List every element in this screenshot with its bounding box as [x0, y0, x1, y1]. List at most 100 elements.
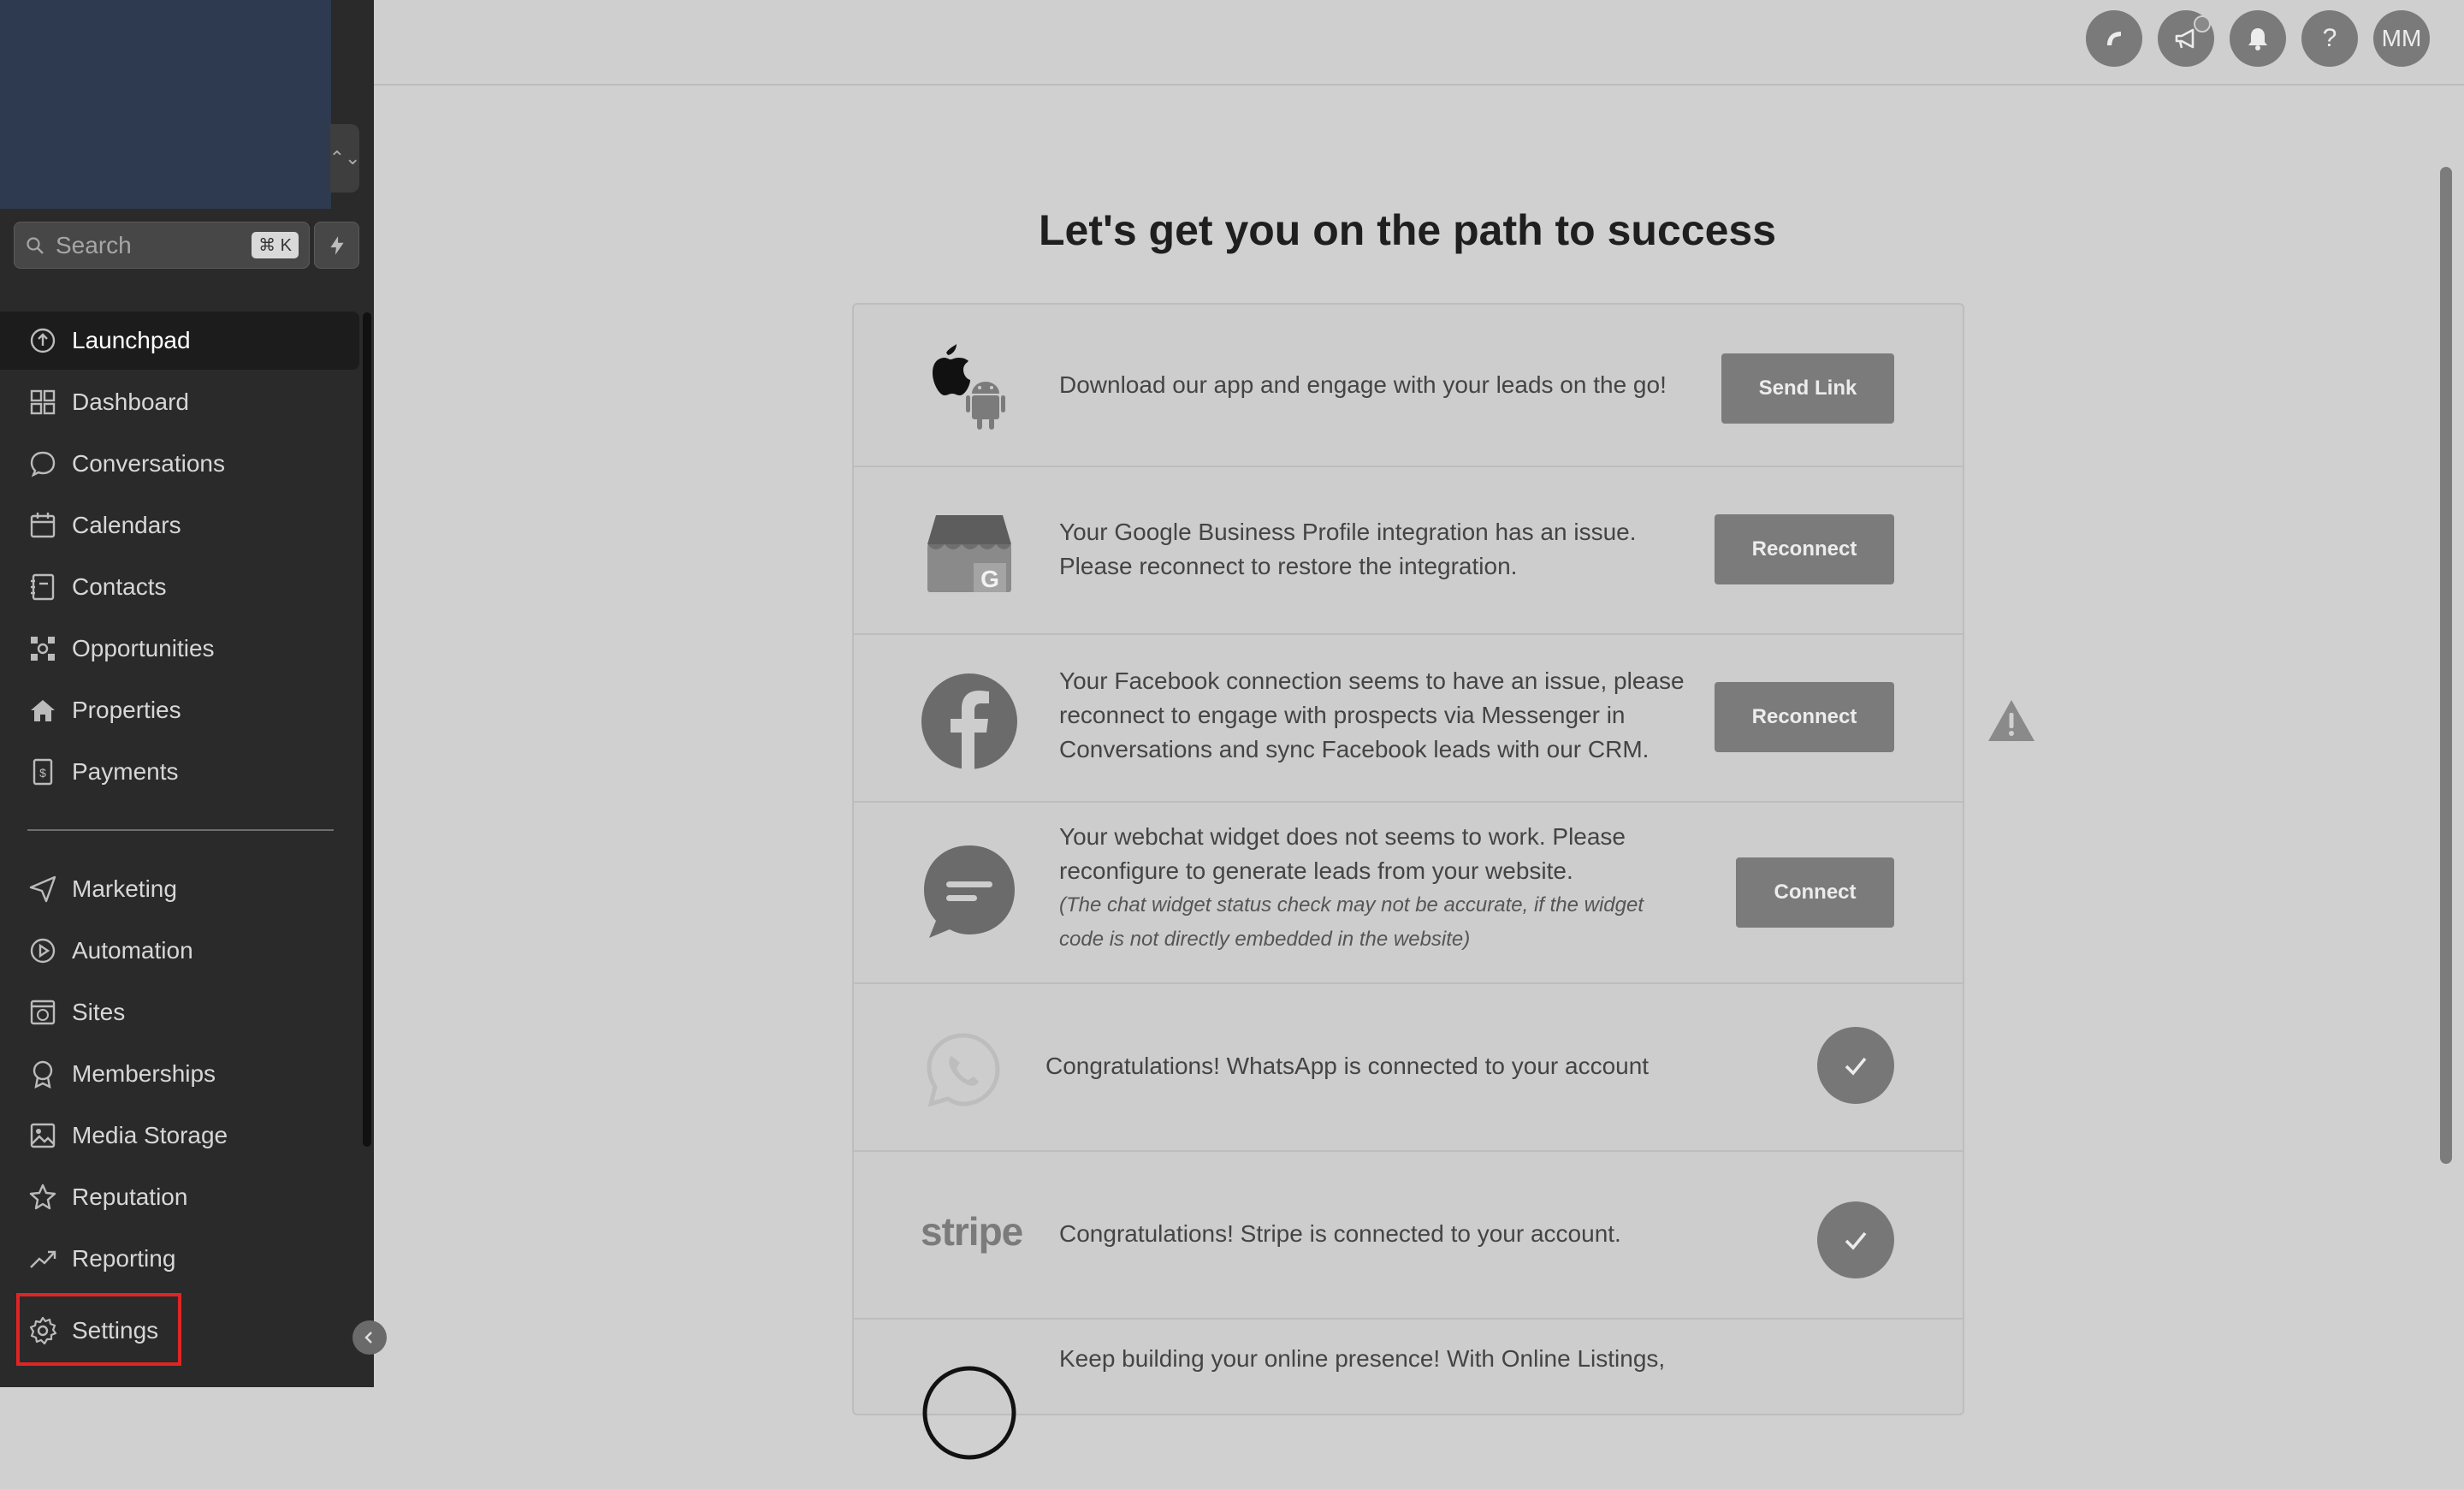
sidebar-item-label: Dashboard [72, 389, 189, 415]
notification-dot [2194, 15, 2211, 33]
sidebar-item-media-storage[interactable]: Media Storage [0, 1106, 359, 1165]
row-text-line: Your webchat widget does not seems to wo… [1059, 823, 1626, 850]
svg-text:G: G [980, 566, 999, 592]
row-note-line: (The chat widget status check may not be… [1059, 893, 1644, 917]
sites-icon [30, 1000, 56, 1025]
send-icon [29, 875, 56, 903]
notifications-button[interactable] [2230, 10, 2286, 67]
calendar-icon [30, 513, 56, 538]
avatar-initials: MM [2381, 25, 2422, 51]
page-title: Let's get you on the path to success [1038, 206, 1777, 254]
send-link-button[interactable]: Send Link [1721, 353, 1894, 424]
row-text: Your webchat widget does not seems to wo… [1059, 820, 1644, 957]
sidebar-item-label: Conversations [72, 450, 225, 477]
sidebar-item-sites[interactable]: Sites [0, 983, 359, 1041]
collapse-sidebar-button[interactable] [352, 1320, 387, 1355]
sidebar-divider [27, 829, 334, 831]
star-icon [29, 1183, 56, 1210]
facebook-icon [921, 673, 1017, 769]
account-switcher-button[interactable]: ⌃⌄ [329, 124, 361, 193]
sidebar: ⌃⌄ Search ⌘ K Launchpad Dashboard Conver… [0, 0, 374, 1387]
sidebar-item-reporting[interactable]: Reporting [0, 1230, 359, 1288]
image-icon [30, 1123, 56, 1148]
integration-checklist: Download our app and engage with your le… [852, 303, 1964, 1460]
sidebar-item-contacts[interactable]: Contacts [0, 558, 359, 616]
sidebar-item-memberships[interactable]: Memberships [0, 1045, 359, 1103]
phone-icon [2107, 32, 2121, 45]
sidebar-item-opportunities[interactable]: Opportunities [0, 620, 359, 678]
list-item-online-listings: Keep building your online presence! With… [854, 1318, 1963, 1489]
chevron-up-down-icon: ⌃⌄ [329, 147, 361, 169]
sidebar-item-reputation[interactable]: Reputation [0, 1168, 359, 1226]
row-text: Download our app and engage with your le… [1059, 371, 1667, 398]
avatar[interactable]: MM [2373, 10, 2430, 67]
checkmark-icon [1845, 1057, 1867, 1076]
list-item-google-business: G Your Google Business Profile integrati… [854, 466, 1963, 635]
row-text-line: reconfigure to generate leads from your … [1059, 857, 1573, 884]
svg-text:$: $ [39, 766, 46, 780]
quick-actions-button[interactable] [314, 222, 359, 269]
help-icon: ? [2322, 24, 2337, 52]
automation-icon [30, 938, 56, 964]
settings-highlight-box [16, 1293, 181, 1366]
badge-icon [33, 1060, 53, 1089]
sidebar-item-label: Reporting [72, 1245, 176, 1272]
row-text-line: Conversations and sync Facebook leads wi… [1059, 736, 1650, 762]
chevron-left-icon [364, 1332, 372, 1344]
phone-button[interactable] [2086, 10, 2142, 67]
list-item-whatsapp: Congratulations! WhatsApp is connected t… [854, 982, 1963, 1152]
row-text-line: reconnect to engage with prospects via M… [1059, 702, 1626, 728]
sidebar-item-label: Marketing [72, 875, 177, 902]
reconnect-facebook-button[interactable]: Reconnect [1715, 682, 1894, 752]
sidebar-item-label: Launchpad [72, 327, 191, 353]
main-scrollbar[interactable] [2440, 167, 2452, 1164]
list-item-mobile-app: Download our app and engage with your le… [854, 305, 1963, 467]
search-input[interactable]: Search ⌘ K [14, 222, 310, 269]
sidebar-item-label: Opportunities [72, 635, 215, 661]
checkmark-icon [1845, 1231, 1867, 1250]
sidebar-item-properties[interactable]: Properties [0, 681, 359, 739]
dashboard-icon [30, 389, 56, 415]
whatsapp-connected-badge [1817, 1027, 1894, 1104]
launchpad-icon [30, 328, 56, 353]
sidebar-item-label: Reputation [72, 1183, 188, 1210]
opportunities-icon [31, 637, 55, 661]
sidebar-item-label: Calendars [72, 512, 181, 538]
sidebar-item-label: Media Storage [72, 1122, 228, 1148]
contacts-icon [31, 573, 55, 601]
stripe-logo: stripe [921, 1209, 1023, 1254]
lightning-icon [329, 235, 344, 255]
search-placeholder: Search [56, 231, 132, 258]
sidebar-item-dashboard[interactable]: Dashboard [0, 373, 359, 431]
sidebar-item-label: Properties [72, 697, 181, 723]
list-item-facebook: Your Facebook connection seems to have a… [854, 633, 1963, 803]
list-item-webchat: Your webchat widget does not seems to wo… [854, 801, 1963, 984]
whatsapp-icon [927, 1033, 1000, 1107]
listings-icon [922, 1366, 1016, 1460]
sidebar-item-label: Sites [72, 999, 126, 1025]
top-bar [374, 0, 2464, 86]
sidebar-item-marketing[interactable]: Marketing [0, 860, 359, 918]
apple-android-icon [933, 344, 1005, 430]
connect-webchat-button[interactable]: Connect [1736, 857, 1894, 928]
row-text: Keep building your online presence! With… [1059, 1345, 1666, 1372]
chat-icon [30, 451, 56, 478]
stripe-connected-badge [1817, 1201, 1894, 1278]
sidebar-scrollbar[interactable] [363, 312, 371, 1147]
reconnect-google-button[interactable]: Reconnect [1715, 514, 1894, 584]
sidebar-item-conversations[interactable]: Conversations [0, 435, 359, 493]
warning-icon [1988, 700, 2035, 741]
row-text: Your Google Business Profile integration… [1059, 515, 1637, 584]
sidebar-item-automation[interactable]: Automation [0, 922, 359, 980]
help-button[interactable]: ? [2301, 10, 2358, 67]
row-note-line: code is not directly embedded in the web… [1059, 928, 1471, 951]
search-shortcut-badge: ⌘ K [252, 232, 299, 258]
sidebar-item-label: Automation [72, 937, 193, 964]
search-icon [27, 236, 44, 254]
sidebar-item-launchpad[interactable]: Launchpad [0, 311, 359, 370]
sidebar-item-calendars[interactable]: Calendars [0, 496, 359, 555]
account-logo-area[interactable] [0, 0, 331, 209]
announcements-button[interactable] [2158, 10, 2214, 67]
sidebar-item-payments[interactable]: $ Payments [0, 743, 359, 801]
trend-icon [30, 1250, 56, 1268]
